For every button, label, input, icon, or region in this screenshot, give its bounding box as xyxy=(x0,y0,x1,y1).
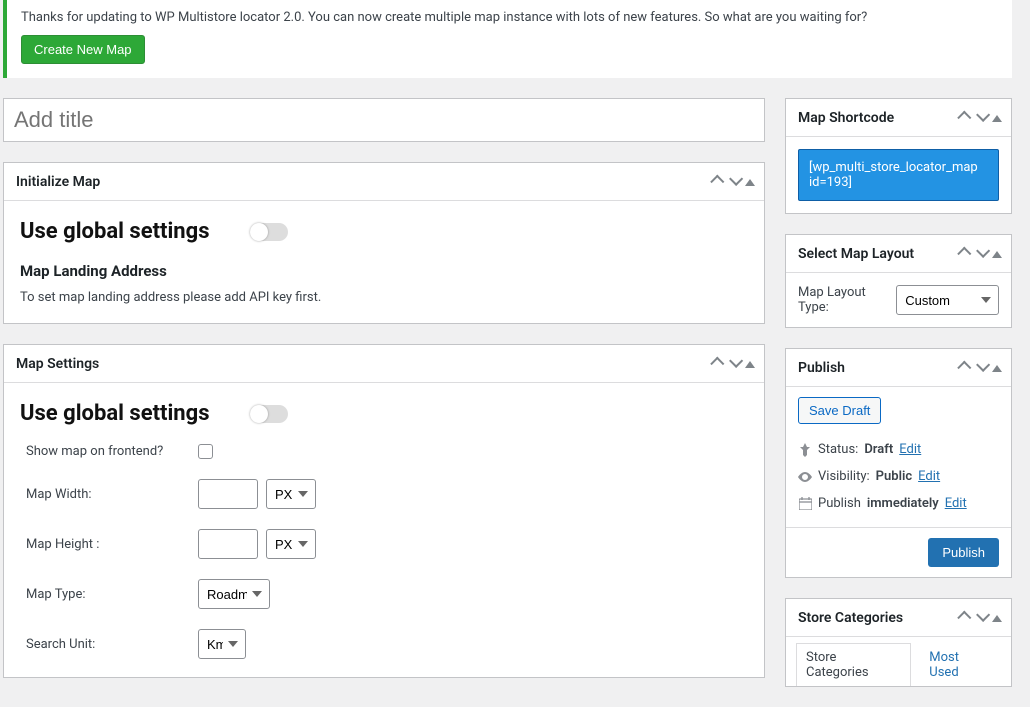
post-title-wrap[interactable] xyxy=(3,98,765,142)
publish-title: Publish xyxy=(798,360,957,376)
create-new-map-button[interactable]: Create New Map xyxy=(21,35,145,64)
status-value: Draft xyxy=(864,442,893,457)
move-up-icon[interactable] xyxy=(957,109,973,127)
eye-icon xyxy=(798,472,812,482)
publish-button[interactable]: Publish xyxy=(928,538,999,567)
move-up-icon[interactable] xyxy=(957,245,973,263)
map-settings-title: Map Settings xyxy=(16,356,710,372)
toggle-panel-icon[interactable] xyxy=(989,109,1005,127)
layout-type-select[interactable]: Custom xyxy=(896,285,999,315)
map-height-input[interactable] xyxy=(198,529,258,559)
map-width-input[interactable] xyxy=(198,479,258,509)
move-up-icon[interactable] xyxy=(957,359,973,377)
status-edit-link[interactable]: Edit xyxy=(899,442,921,457)
move-up-icon[interactable] xyxy=(710,173,726,191)
post-title-input[interactable] xyxy=(14,105,754,135)
toggle-panel-icon[interactable] xyxy=(742,173,758,191)
layout-type-label: Map Layout Type: xyxy=(798,285,890,315)
layout-title: Select Map Layout xyxy=(798,246,957,262)
map-width-label: Map Width: xyxy=(26,487,198,502)
landing-address-help: To set map landing address please add AP… xyxy=(20,290,748,305)
initialize-global-toggle[interactable] xyxy=(250,223,288,241)
move-up-icon[interactable] xyxy=(957,609,973,627)
save-draft-button[interactable]: Save Draft xyxy=(798,397,881,424)
layout-box: Select Map Layout Map Layout Type: Custo… xyxy=(785,234,1012,328)
search-unit-label: Search Unit: xyxy=(26,637,198,652)
show-frontend-label: Show map on frontend? xyxy=(26,444,198,459)
move-down-icon[interactable] xyxy=(973,609,989,627)
map-width-unit-select[interactable]: PX xyxy=(266,479,316,509)
move-down-icon[interactable] xyxy=(726,173,742,191)
visibility-value: Public xyxy=(876,469,912,484)
search-unit-select[interactable]: Km xyxy=(198,629,246,659)
map-settings-box: Map Settings Use global settings Show ma… xyxy=(3,344,765,678)
initialize-map-title: Initialize Map xyxy=(16,174,710,190)
tab-store-categories[interactable]: Store Categories xyxy=(796,643,911,686)
update-notice-text: Thanks for updating to WP Multistore loc… xyxy=(21,10,998,25)
mapsettings-global-label: Use global settings xyxy=(20,401,210,426)
shortcode-value[interactable]: [wp_multi_store_locator_map id=193] xyxy=(798,149,999,201)
tab-most-used[interactable]: Most Used xyxy=(919,643,1001,686)
toggle-panel-icon[interactable] xyxy=(742,355,758,373)
calendar-icon xyxy=(798,497,812,510)
move-down-icon[interactable] xyxy=(973,359,989,377)
schedule-edit-link[interactable]: Edit xyxy=(945,496,967,511)
map-height-unit-select[interactable]: PX xyxy=(266,529,316,559)
move-down-icon[interactable] xyxy=(973,109,989,127)
toggle-panel-icon[interactable] xyxy=(989,245,1005,263)
toggle-panel-icon[interactable] xyxy=(989,609,1005,627)
mapsettings-global-toggle[interactable] xyxy=(250,405,288,423)
landing-address-heading: Map Landing Address xyxy=(20,262,748,280)
update-notice: Thanks for updating to WP Multistore loc… xyxy=(3,0,1012,78)
move-down-icon[interactable] xyxy=(726,355,742,373)
status-label: Status: xyxy=(818,442,858,457)
shortcode-title: Map Shortcode xyxy=(798,110,957,126)
map-type-select[interactable]: Roadmap xyxy=(198,579,270,609)
initialize-map-box: Initialize Map Use global settings Map L… xyxy=(3,162,765,324)
schedule-value: immediately xyxy=(867,496,939,511)
visibility-edit-link[interactable]: Edit xyxy=(918,469,940,484)
map-height-label: Map Height : xyxy=(26,537,198,552)
schedule-label: Publish xyxy=(818,496,861,511)
map-type-label: Map Type: xyxy=(26,587,198,602)
pin-icon xyxy=(798,443,812,457)
categories-box: Store Categories Store Categories Most U… xyxy=(785,598,1012,687)
toggle-panel-icon[interactable] xyxy=(989,359,1005,377)
move-up-icon[interactable] xyxy=(710,355,726,373)
initialize-global-label: Use global settings xyxy=(20,219,210,244)
visibility-label: Visibility: xyxy=(818,469,870,484)
show-frontend-checkbox[interactable] xyxy=(198,444,213,459)
publish-box: Publish Save Draft Status: Draft Edit xyxy=(785,348,1012,578)
categories-title: Store Categories xyxy=(798,610,957,626)
move-down-icon[interactable] xyxy=(973,245,989,263)
shortcode-box: Map Shortcode [wp_multi_store_locator_ma… xyxy=(785,98,1012,214)
